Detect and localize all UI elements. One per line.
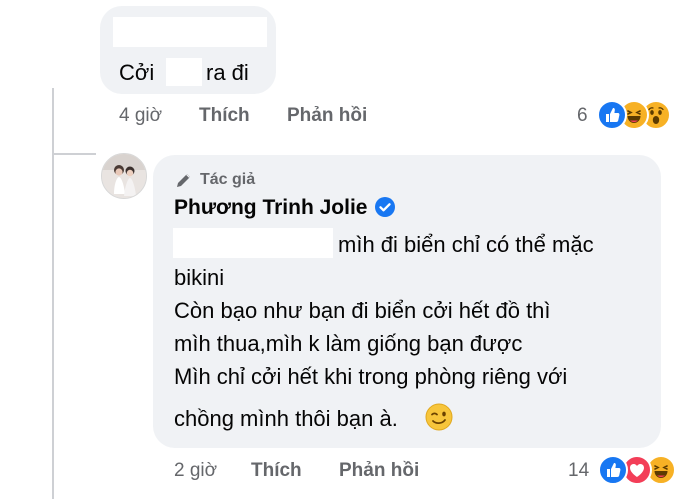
verified-badge-icon — [374, 196, 396, 218]
reaction-count[interactable]: 6 — [577, 105, 588, 127]
like-button[interactable]: Thích — [199, 105, 250, 127]
like-icon — [597, 100, 627, 130]
comment-line: Còn bạo như bạn đi biển cởi hết đồ thì — [174, 298, 551, 323]
reaction-summary[interactable] — [598, 455, 696, 487]
redacted-name — [113, 17, 267, 47]
comment-time[interactable]: 2 giờ — [174, 460, 217, 482]
comment-line: chồng mình thôi bạn à. — [174, 406, 398, 431]
comment-line: Mìh chỉ cởi hết khi trong phòng riêng vớ… — [174, 364, 568, 389]
comment-text-end: ra đi — [206, 60, 249, 85]
author-badge-label: Tác giả — [200, 171, 256, 188]
redacted-name — [173, 228, 333, 258]
reply-button[interactable]: Phản hồi — [287, 105, 367, 127]
comment-text-start: Cởi — [119, 60, 155, 85]
like-button[interactable]: Thích — [251, 460, 302, 482]
thread-branch — [52, 153, 96, 155]
author-badge: Tác giả — [174, 170, 255, 190]
thread-line — [52, 88, 54, 499]
avatar[interactable] — [101, 153, 147, 199]
pen-icon — [177, 174, 190, 187]
reaction-count[interactable]: 14 — [568, 460, 589, 482]
comment-line: bikini — [174, 265, 225, 290]
reply-button[interactable]: Phản hồi — [339, 460, 419, 482]
comment-line: mìh đi biển chỉ có thể mặc — [338, 232, 594, 257]
comment-time[interactable]: 4 giờ — [119, 105, 162, 127]
like-icon — [598, 455, 628, 485]
comment-line: mìh thua,mìh k làm giống bạn được — [174, 331, 523, 356]
redacted-word — [166, 58, 202, 86]
author-name[interactable]: Phương Trinh Jolie — [174, 196, 367, 220]
winking-face-icon — [424, 402, 454, 432]
reaction-summary[interactable] — [597, 100, 677, 132]
